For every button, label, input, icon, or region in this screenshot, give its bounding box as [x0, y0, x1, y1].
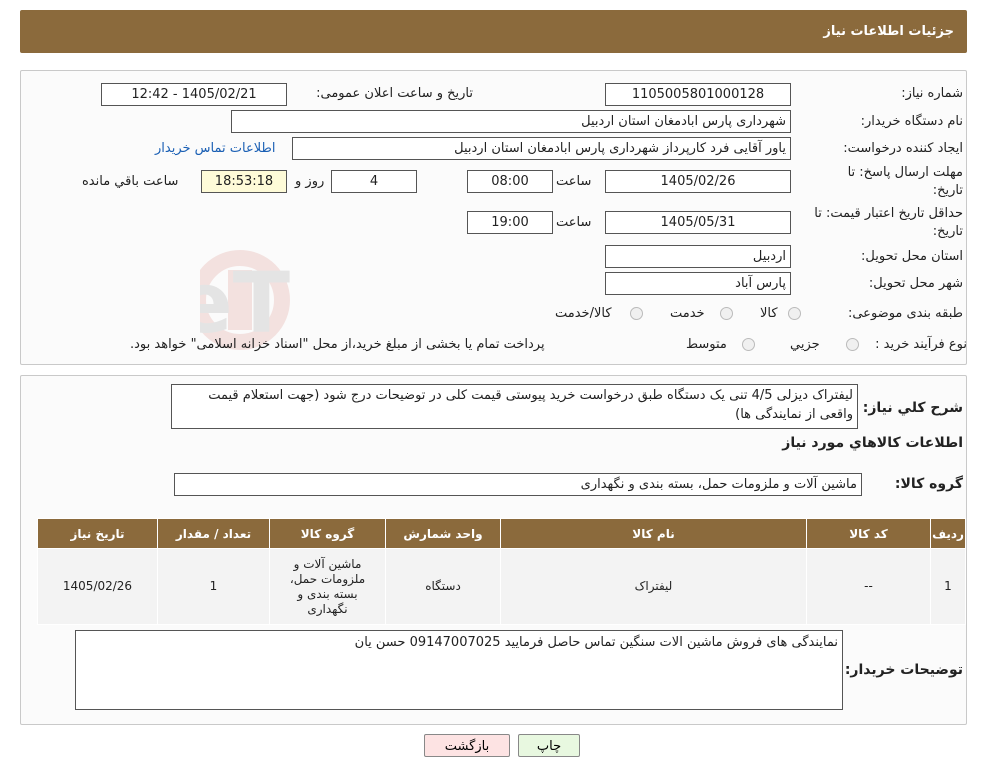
description-label: شرح کلي نیاز:: [862, 400, 963, 416]
days-label: روز و: [295, 174, 325, 189]
back-button[interactable]: بازگشت: [424, 734, 510, 757]
process-option-small: جزیي: [790, 337, 820, 352]
announce-label: تاریخ و ساعت اعلان عمومی:: [316, 86, 473, 101]
col-header-quantity: تعداد / مقدار: [157, 518, 270, 549]
col-header-row-number: ردیف: [930, 518, 966, 549]
goods-group-label: گروه کالا:: [894, 476, 963, 492]
process-note: پرداخت تمام یا بخشی از مبلغ خرید،از محل …: [130, 337, 545, 352]
remaining-time-field: 18:53:18: [201, 170, 287, 193]
announce-datetime-field: 1405/02/21 - 12:42: [101, 83, 287, 106]
need-number-label: شماره نیاز:: [901, 86, 963, 101]
items-table: ردیف کد کالا نام کالا واحد شمارش گروه کا…: [37, 518, 966, 625]
table-row: 1 -- لیفتراک دستگاه ماشین آلات و ملزومات…: [37, 548, 966, 625]
category-radio-service[interactable]: [720, 307, 733, 320]
buyer-notes-label: توضیحات خریدار:: [844, 662, 963, 678]
deadline-date-field: 1405/02/26: [605, 170, 791, 193]
buyer-org-field: شهرداری پارس ابادمغان استان اردبیل: [231, 110, 791, 133]
cell-goods-code: --: [806, 548, 931, 625]
process-radio-medium[interactable]: [742, 338, 755, 351]
cell-goods-name: لیفتراک: [500, 548, 807, 625]
description-textarea[interactable]: لیفتراک دیزلی 4/5 تنی یک دستگاه طبق درخو…: [171, 384, 858, 429]
process-label: نوع فرآیند خرید :: [875, 337, 967, 352]
col-header-goods-name: نام کالا: [500, 518, 807, 549]
province-field: اردبیل: [605, 245, 791, 268]
page-title: جزئیات اطلاعات نیاز: [823, 24, 954, 39]
city-field: پارس آباد: [605, 272, 791, 295]
cell-unit: دستگاه: [385, 548, 501, 625]
category-radio-goods[interactable]: [788, 307, 801, 320]
process-radio-small[interactable]: [846, 338, 859, 351]
cell-quantity: 1: [157, 548, 270, 625]
validity-time-field: 19:00: [467, 211, 553, 234]
cell-row-number: 1: [930, 548, 966, 625]
items-section-title: اطلاعات کالاهاي مورد نیاز: [782, 435, 963, 451]
table-header-row: ردیف کد کالا نام کالا واحد شمارش گروه کا…: [37, 518, 966, 549]
creator-label: ایجاد کننده درخواست:: [843, 141, 963, 156]
deadline-time-label: ساعت: [556, 174, 592, 189]
deadline-label: مهلت ارسال پاسخ: تا: [847, 165, 963, 180]
validity-time-label: ساعت: [556, 215, 592, 230]
buyer-contact-link[interactable]: اطلاعات تماس خریدار: [155, 141, 275, 156]
deadline-label-date: تاریخ:: [932, 183, 963, 198]
category-option-goods: کالا: [760, 306, 778, 321]
validity-label-date: تاریخ:: [932, 224, 963, 239]
validity-date-field: 1405/05/31: [605, 211, 791, 234]
col-header-unit: واحد شمارش: [385, 518, 501, 549]
remaining-label: ساعت باقي مانده: [82, 174, 179, 189]
goods-group-field: ماشین آلات و ملزومات حمل، بسته بندی و نگ…: [174, 473, 862, 496]
category-label: طبقه بندی موضوعی:: [847, 306, 963, 321]
category-option-goods-service: کالا/خدمت: [555, 306, 612, 321]
page-header: جزئیات اطلاعات نیاز: [20, 10, 967, 53]
cell-need-date: 1405/02/26: [37, 548, 158, 625]
validity-label: حداقل تاریخ اعتبار قیمت: تا: [814, 206, 963, 221]
process-option-medium: متوسط: [686, 337, 727, 352]
need-number-field: 1105005801000128: [605, 83, 791, 106]
col-header-goods-code: کد کالا: [806, 518, 931, 549]
buyer-notes-textarea[interactable]: نمایندگی های فروش ماشین الات سنگین تماس …: [75, 630, 843, 710]
remaining-days-field: 4: [331, 170, 417, 193]
category-radio-goods-service[interactable]: [630, 307, 643, 320]
print-button[interactable]: چاپ: [518, 734, 580, 757]
cell-goods-group: ماشین آلات و ملزومات حمل، بسته بندی و نگ…: [269, 548, 386, 625]
city-label: شهر محل تحویل:: [868, 276, 963, 291]
province-label: استان محل تحویل:: [861, 249, 963, 264]
col-header-goods-group: گروه کالا: [269, 518, 386, 549]
creator-field: یاور آقایی فرد کارپرداز شهرداری پارس ابا…: [292, 137, 791, 160]
items-table-wrapper: ردیف کد کالا نام کالا واحد شمارش گروه کا…: [37, 518, 966, 625]
deadline-time-field: 08:00: [467, 170, 553, 193]
buyer-org-label: نام دستگاه خریدار:: [860, 114, 963, 129]
col-header-need-date: تاریخ نیاز: [37, 518, 158, 549]
category-option-service: خدمت: [670, 306, 705, 321]
